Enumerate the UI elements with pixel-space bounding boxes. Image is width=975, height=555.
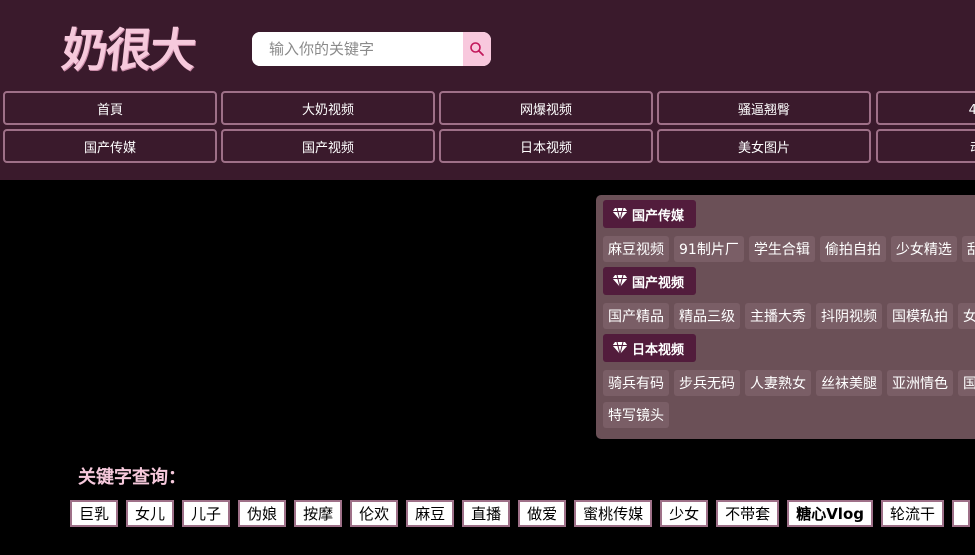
category-tag[interactable]: 91制片厂 xyxy=(674,236,744,262)
nav-item[interactable]: 动画 xyxy=(876,129,975,163)
search-box xyxy=(252,32,491,66)
nav-item[interactable]: 骚逼翘臀 xyxy=(657,91,871,125)
nav-item[interactable]: 网爆视频 xyxy=(439,91,653,125)
category-tags: 特写镜头 xyxy=(603,402,674,428)
category-tag[interactable]: 丝袜美腿 xyxy=(816,370,882,396)
category-tag[interactable]: 乱伦 xyxy=(961,236,975,262)
category-tag[interactable]: 偷拍自拍 xyxy=(819,236,886,262)
nav-item[interactable]: 4k高 xyxy=(876,91,975,125)
category-tag[interactable]: 国产精品 xyxy=(603,303,669,329)
keyword-tag[interactable] xyxy=(952,500,970,527)
search-button[interactable] xyxy=(463,32,491,66)
category-title-label: 日本视频 xyxy=(632,342,685,358)
site-logo[interactable]: 奶很大 xyxy=(59,22,197,78)
category-tag[interactable]: 少女精选 xyxy=(890,236,957,262)
diamond-icon xyxy=(612,207,628,221)
keyword-tag[interactable]: 直播 xyxy=(462,500,511,527)
keyword-tag[interactable]: 伪娘 xyxy=(238,500,287,527)
keyword-tag[interactable]: 巨乳 xyxy=(70,500,119,527)
keyword-list: 巨乳 女儿 儿子 伪娘 按摩 伦欢 麻豆 直播 做爱 蜜桃传媒 少女 不带套 糖… xyxy=(70,500,975,527)
category-tag[interactable]: 精品三级 xyxy=(674,303,740,329)
category-tag[interactable]: 人妻熟女 xyxy=(745,370,811,396)
nav-row-2: 国产传媒 国产视频 日本视频 美女图片 动画 xyxy=(0,129,975,164)
keyword-tag[interactable]: 儿子 xyxy=(182,500,231,527)
category-tag[interactable]: 国模私拍 xyxy=(887,303,953,329)
category-title-label: 国产传媒 xyxy=(632,208,685,224)
keyword-tag[interactable]: 女儿 xyxy=(126,500,175,527)
page: 奶很大 首頁 大奶视频 网爆视频 骚逼翘臀 4k高 国产传媒 国产视频 日本视频… xyxy=(0,0,975,555)
category-tag[interactable]: 国产 xyxy=(958,370,975,396)
category-tag[interactable]: 麻豆视频 xyxy=(603,236,669,262)
category-title[interactable]: 国产传媒 xyxy=(603,200,697,228)
category-tags: 骑兵有码 步兵无码 人妻熟女 丝袜美腿 亚洲情色 国产 xyxy=(603,370,975,396)
category-title[interactable]: 日本视频 xyxy=(603,334,697,362)
header: 奶很大 首頁 大奶视频 网爆视频 骚逼翘臀 4k高 国产传媒 国产视频 日本视频… xyxy=(0,0,975,180)
nav-row-1: 首頁 大奶视频 网爆视频 骚逼翘臀 4k高 xyxy=(0,91,975,126)
category-title[interactable]: 国产视频 xyxy=(603,267,697,295)
nav-item[interactable]: 大奶视频 xyxy=(221,91,435,125)
category-title-label: 国产视频 xyxy=(632,275,685,291)
search-icon xyxy=(470,42,484,56)
diamond-icon xyxy=(612,274,628,288)
category-tag[interactable]: 特写镜头 xyxy=(603,402,669,428)
category-tag[interactable]: 学生合辑 xyxy=(748,236,815,262)
category-tag[interactable]: 亚洲情色 xyxy=(887,370,953,396)
search-input[interactable] xyxy=(252,32,463,66)
keyword-tag[interactable]: 蜜桃传媒 xyxy=(574,500,653,527)
logo-text: 奶很大 xyxy=(59,23,197,77)
keyword-tag[interactable]: 做爱 xyxy=(518,500,567,527)
category-tag[interactable]: 抖阴视频 xyxy=(816,303,882,329)
keyword-tag[interactable]: 轮流干 xyxy=(880,500,944,527)
nav-item[interactable]: 美女图片 xyxy=(657,129,871,163)
category-tag[interactable]: 主播大秀 xyxy=(745,303,811,329)
keyword-tag[interactable]: 伦欢 xyxy=(350,500,399,527)
category-tag[interactable]: 步兵无码 xyxy=(674,370,740,396)
category-tags: 国产精品 精品三级 主播大秀 抖阴视频 国模私拍 女神 xyxy=(603,303,975,329)
category-tags: 麻豆视频 91制片厂 学生合辑 偷拍自拍 少女精选 乱伦 xyxy=(603,236,975,262)
keyword-tag[interactable]: 麻豆 xyxy=(406,500,455,527)
category-tag[interactable]: 骑兵有码 xyxy=(603,370,669,396)
keyword-tag[interactable]: 按摩 xyxy=(294,500,343,527)
nav-item[interactable]: 日本视频 xyxy=(439,129,653,163)
keyword-search-title: 关键字查询： xyxy=(78,467,186,488)
diamond-icon xyxy=(612,341,628,355)
keyword-tag[interactable]: 少女 xyxy=(660,500,709,527)
nav-item[interactable]: 国产传媒 xyxy=(3,129,217,163)
category-tag[interactable]: 女神 xyxy=(958,303,975,329)
nav-item[interactable]: 首頁 xyxy=(3,91,217,125)
nav-item[interactable]: 国产视频 xyxy=(221,129,435,163)
keyword-tag[interactable]: 糖心Vlog xyxy=(787,500,873,527)
keyword-tag[interactable]: 不带套 xyxy=(716,500,780,527)
category-panel: 国产传媒 麻豆视频 91制片厂 学生合辑 偷拍自拍 少女精选 乱伦 国产视频 国… xyxy=(596,195,975,439)
